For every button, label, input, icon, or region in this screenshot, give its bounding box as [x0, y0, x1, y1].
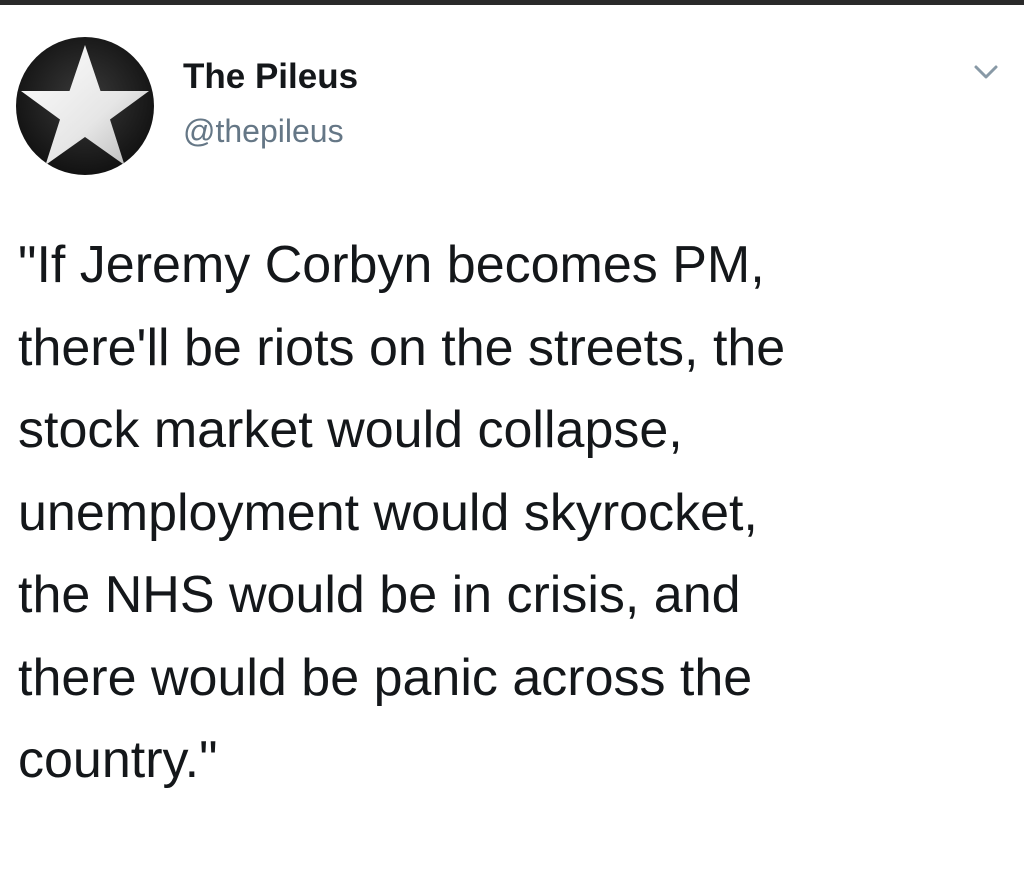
user-handle[interactable]: @thepileus — [183, 113, 344, 150]
tweet-text-line: country." — [18, 731, 218, 789]
tweet-menu-button[interactable] — [966, 57, 1006, 85]
tweet-text-line: there would be panic across the — [18, 648, 753, 707]
chevron-down-icon — [974, 65, 998, 79]
display-name[interactable]: The Pileus — [183, 57, 358, 97]
tweet-text-line: stock market would collapse, — [18, 401, 683, 459]
tweet-text-line: the NHS would be in crisis, and — [18, 566, 741, 624]
tweet-text: "If Jeremy Corbyn becomes PM, there'll b… — [18, 224, 1008, 802]
avatar[interactable] — [16, 37, 154, 175]
tweet-text-line: "If Jeremy Corbyn becomes PM, — [18, 236, 765, 294]
star-icon — [21, 45, 149, 165]
tweet-card: The Pileus @thepileus "If Jeremy Corbyn … — [0, 5, 1024, 890]
tweet-text-line: there'll be riots on the streets, the — [18, 318, 786, 377]
tweet-text-line: unemployment would skyrocket, — [18, 483, 758, 542]
